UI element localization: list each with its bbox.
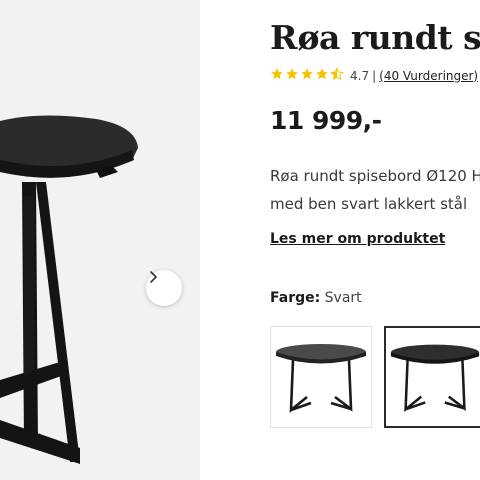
product-description: Røa rundt spisebord Ø120 H med ben svart… bbox=[270, 162, 480, 218]
read-more-link[interactable]: Les mer om produktet bbox=[270, 231, 445, 247]
half-star-icon bbox=[330, 67, 344, 84]
product-info-panel: Røa rundt spisebord 4.7 | (40 Vurderinge… bbox=[270, 0, 480, 480]
color-swatch-option[interactable] bbox=[270, 326, 372, 428]
product-price: 11 999,- bbox=[270, 106, 382, 135]
color-swatch-option-selected[interactable] bbox=[384, 326, 480, 428]
rating-separator: | bbox=[372, 68, 377, 83]
product-title: Røa rundt spisebord bbox=[270, 18, 480, 57]
star-icon bbox=[285, 67, 299, 84]
color-value: Svart bbox=[324, 290, 362, 306]
star-rating bbox=[270, 67, 344, 84]
rating-value: 4.7 bbox=[350, 68, 370, 83]
table-photo bbox=[0, 115, 138, 464]
star-icon bbox=[300, 67, 314, 84]
reviews-link[interactable]: (40 Vurderinger) bbox=[379, 69, 478, 83]
description-line: Røa rundt spisebord Ø120 H bbox=[270, 167, 480, 185]
rating-row: 4.7 | (40 Vurderinger) bbox=[270, 67, 478, 84]
next-image-button[interactable] bbox=[146, 270, 182, 306]
star-icon bbox=[270, 67, 284, 84]
product-image-gallery[interactable] bbox=[0, 0, 200, 480]
table-thumbnail bbox=[276, 344, 366, 413]
table-thumbnail bbox=[390, 344, 480, 413]
color-selection: Farge: Svart bbox=[270, 290, 362, 306]
star-icon bbox=[315, 67, 329, 84]
description-line: med ben svart lakkert stål bbox=[270, 195, 468, 213]
color-label: Farge: bbox=[270, 290, 321, 306]
